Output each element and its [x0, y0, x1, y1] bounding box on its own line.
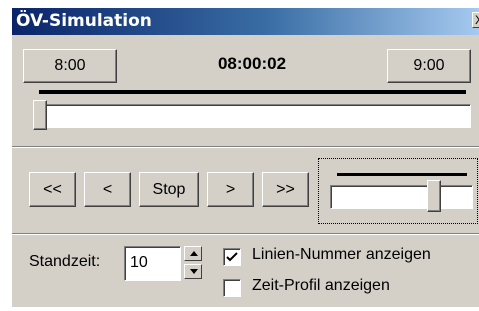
current-time-display: 08:00:02: [217, 54, 287, 73]
checkmark-icon: [226, 252, 238, 262]
step-back-button[interactable]: <: [84, 172, 131, 207]
time-slider-thumb[interactable]: [33, 100, 47, 130]
forward-fast-button[interactable]: >>: [262, 172, 309, 207]
standzeit-label: Standzeit:: [29, 253, 101, 270]
spin-down-icon: [190, 269, 198, 274]
zeit-profil-checkbox[interactable]: [223, 279, 241, 297]
time-slider-bar: [33, 104, 471, 128]
simulation-window: ÖV-Simulation X 8:00 08:00:02 9:00 << < …: [11, 7, 479, 307]
time-slider-track: [39, 90, 466, 94]
step-forward-button[interactable]: >: [207, 172, 254, 207]
start-time-button[interactable]: 8:00: [23, 49, 117, 83]
linien-nummer-checkbox[interactable]: [223, 248, 241, 266]
close-icon: X: [475, 13, 479, 27]
speed-slider-bar: [330, 185, 473, 209]
rewind-fast-button[interactable]: <<: [29, 172, 76, 207]
window-title: ÖV-Simulation: [16, 11, 152, 31]
stop-button[interactable]: Stop: [139, 172, 199, 207]
close-button[interactable]: X: [472, 12, 479, 28]
standzeit-input[interactable]: 10: [124, 246, 181, 281]
standzeit-spin-up-button[interactable]: [184, 246, 202, 261]
zeit-profil-label: Zeit-Profil anzeigen: [252, 277, 390, 294]
end-time-button[interactable]: 9:00: [387, 49, 471, 83]
title-bar[interactable]: ÖV-Simulation X: [12, 8, 479, 35]
standzeit-spin-down-button[interactable]: [184, 264, 202, 279]
speed-slider-thumb[interactable]: [426, 180, 441, 212]
standzeit-value: 10: [130, 254, 148, 271]
speed-slider-track: [337, 173, 467, 176]
linien-nummer-label: Linien-Nummer anzeigen: [252, 246, 431, 263]
separator-bottom: [12, 233, 479, 235]
separator-top: [12, 146, 479, 148]
spin-up-icon: [190, 251, 198, 256]
